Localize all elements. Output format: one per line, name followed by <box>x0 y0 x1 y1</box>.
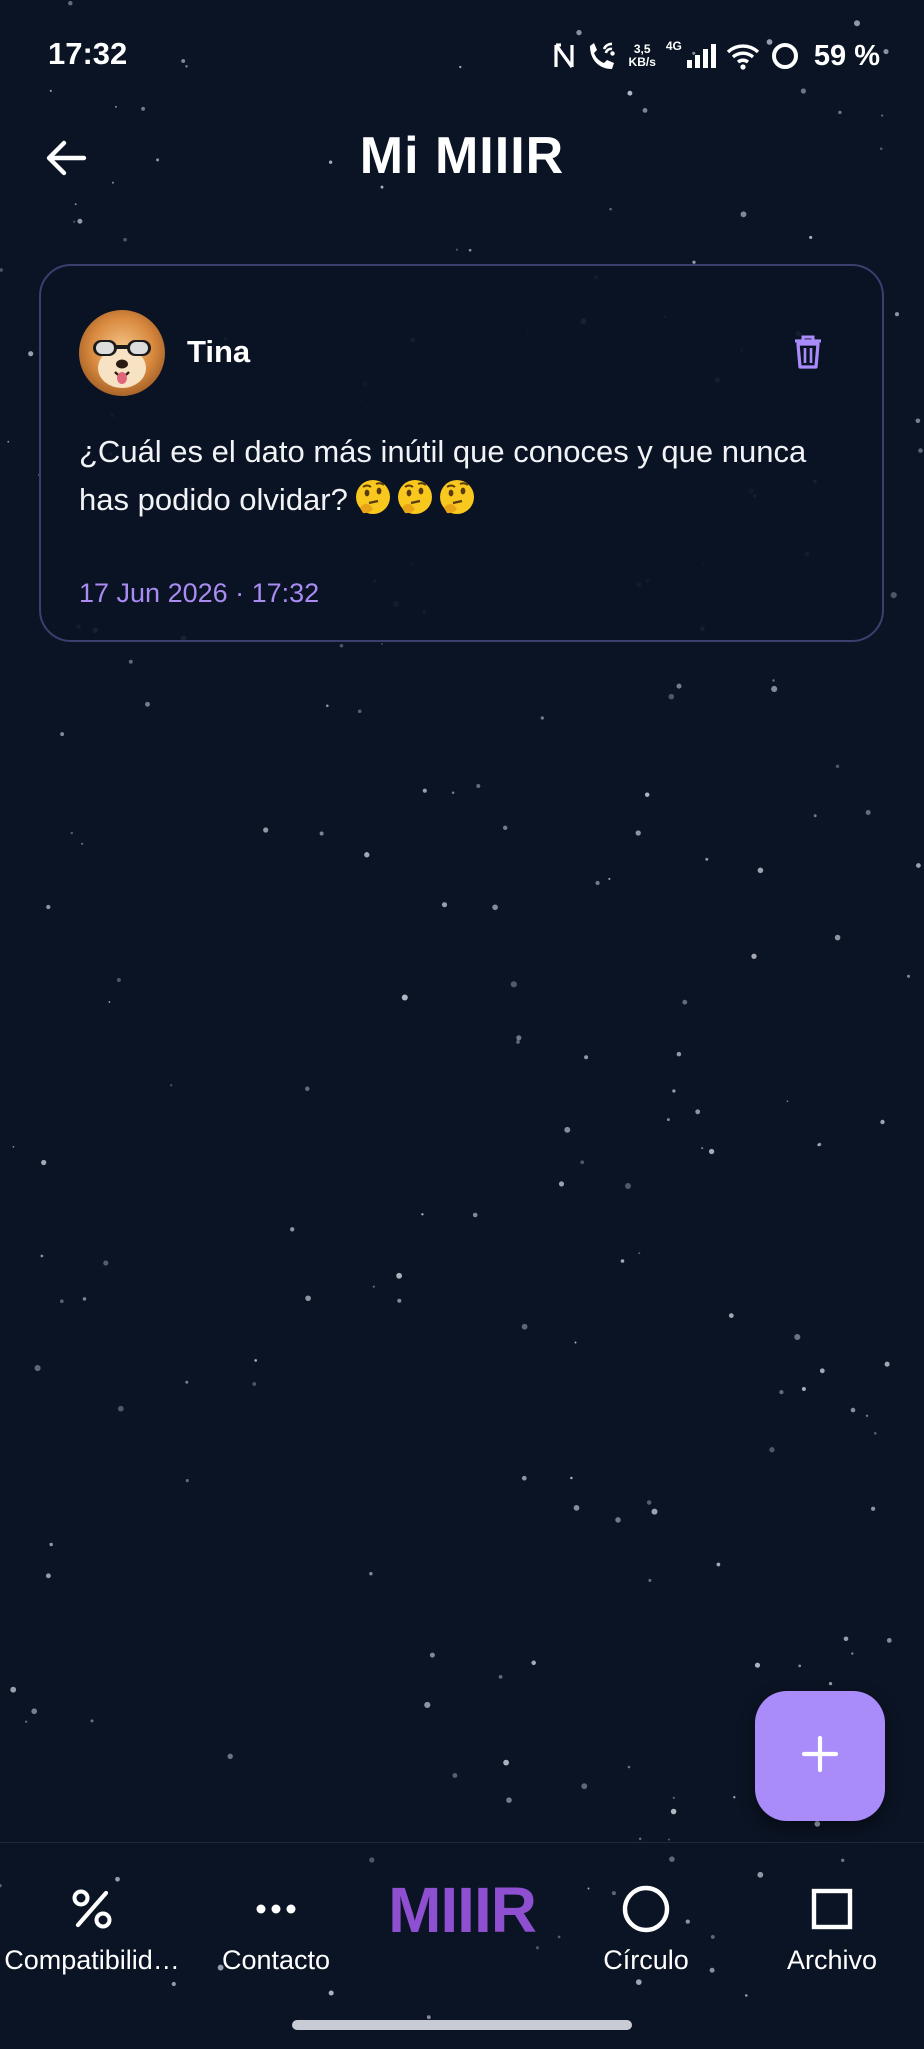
network-speed-unit: KB/s <box>628 55 656 69</box>
square-icon <box>810 1883 854 1935</box>
nav-item-contacto[interactable]: Contacto <box>186 1883 366 1976</box>
status-time: 17:32 <box>48 36 128 71</box>
nav-label-archivo: Archivo <box>786 1945 878 1975</box>
page-title: Mi MIIIR <box>359 127 565 185</box>
battery-saver-icon <box>770 41 800 71</box>
thinking-face-icon <box>354 478 392 516</box>
circle-icon <box>621 1883 671 1935</box>
signal-icon <box>686 43 716 69</box>
nfc-icon <box>553 41 575 71</box>
post-date: 17 Jun 2026 · 17:32 <box>79 578 320 608</box>
nav-item-archivo[interactable]: Archivo <box>742 1883 922 1976</box>
nav-label-compatibilidad: Compatibilid… <box>4 1945 180 1975</box>
miiir-logo[interactable]: MIIIR <box>362 1873 562 1947</box>
status-bar: 17:32 3,5 KB/s 4G 59 % <box>0 0 924 112</box>
percent-icon <box>70 1883 114 1935</box>
wifi-icon <box>726 42 760 70</box>
nav-label-contacto: Contacto <box>221 1945 331 1975</box>
plus-icon <box>800 1734 840 1779</box>
nav-label-circulo: Círculo <box>603 1945 689 1975</box>
avatar[interactable] <box>79 310 165 396</box>
dog-avatar-image <box>79 310 165 396</box>
nav-item-compatibilidad[interactable]: Compatibilid… <box>2 1883 182 1976</box>
status-icons: 3,5 KB/s 4G 59 % <box>553 36 880 76</box>
more-dots-icon <box>255 1883 297 1935</box>
delete-button[interactable] <box>788 332 828 376</box>
battery-percentage: 59 % <box>813 39 880 72</box>
emoji-group <box>354 478 476 516</box>
network-speed: 3,5 KB/s <box>629 43 656 69</box>
bottom-navigation: Compatibilid… Contacto MIIIR Círculo Arc… <box>0 1842 924 2049</box>
home-indicator[interactable] <box>292 2020 632 2030</box>
network-type: 4G <box>665 39 682 53</box>
author-name: Tina <box>187 334 251 369</box>
trash-icon <box>793 334 823 375</box>
post-text: ¿Cuál es el dato más inútil que conoces … <box>79 428 859 524</box>
wifi-calling-icon <box>585 40 619 72</box>
post-card[interactable]: Tina ¿Cuál es el dato más inútil que con… <box>39 264 884 642</box>
nav-item-circulo[interactable]: Círculo <box>556 1883 736 1976</box>
thinking-face-icon <box>396 478 434 516</box>
thinking-face-icon <box>438 478 476 516</box>
add-post-button[interactable] <box>755 1691 885 1821</box>
